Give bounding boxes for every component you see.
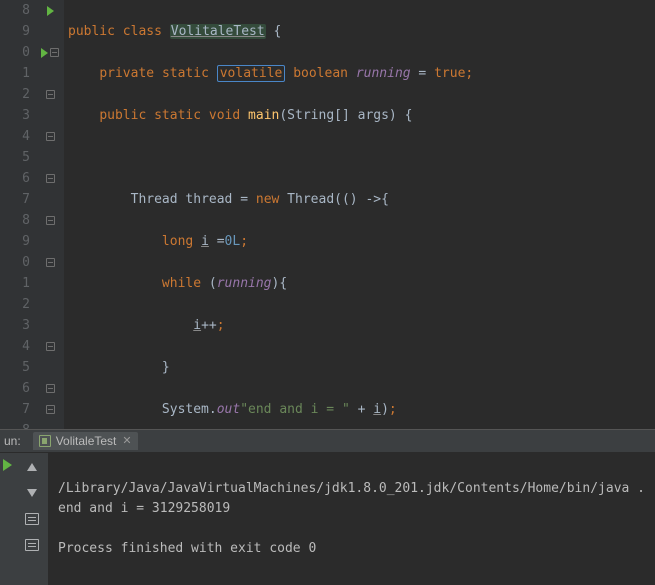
- scroll-to-end-icon[interactable]: [23, 536, 41, 554]
- fold-icon[interactable]: [46, 174, 55, 183]
- rerun-icon[interactable]: [3, 459, 12, 471]
- run-toolbar-left: [0, 453, 15, 585]
- arrow-down-icon[interactable]: [23, 484, 41, 502]
- run-tab[interactable]: VolitaleTest ✕: [33, 432, 138, 450]
- code-editor[interactable]: 8 9 0 1 2 3 4 5 6 7 8 9 0 1 2 3 4 5 6 7 …: [0, 0, 655, 429]
- console-panel: /Library/Java/JavaVirtualMachines/jdk1.8…: [0, 453, 655, 585]
- code-content[interactable]: public class VolitaleTest { private stat…: [64, 0, 655, 429]
- close-icon[interactable]: ✕: [122, 434, 131, 447]
- console-toolbar: [15, 453, 48, 585]
- run-gutter-icon[interactable]: [47, 6, 54, 16]
- run-panel-label: un:: [4, 434, 33, 448]
- run-config-icon: [39, 435, 51, 447]
- gutter-markers: [36, 0, 64, 429]
- fold-icon[interactable]: [46, 132, 55, 141]
- run-gutter-icon[interactable]: [41, 48, 48, 58]
- fold-icon[interactable]: [46, 258, 55, 267]
- fold-icon[interactable]: [50, 48, 59, 57]
- run-tab-label: VolitaleTest: [56, 434, 117, 448]
- soft-wrap-icon[interactable]: [23, 510, 41, 528]
- arrow-up-icon[interactable]: [23, 458, 41, 476]
- console-output[interactable]: /Library/Java/JavaVirtualMachines/jdk1.8…: [48, 453, 655, 585]
- run-panel-header: un: VolitaleTest ✕: [0, 430, 655, 453]
- fold-icon[interactable]: [46, 405, 55, 414]
- fold-icon[interactable]: [46, 216, 55, 225]
- fold-icon[interactable]: [46, 90, 55, 99]
- fold-icon[interactable]: [46, 384, 55, 393]
- line-number-gutter: 8 9 0 1 2 3 4 5 6 7 8 9 0 1 2 3 4 5 6 7 …: [0, 0, 36, 429]
- fold-icon[interactable]: [46, 342, 55, 351]
